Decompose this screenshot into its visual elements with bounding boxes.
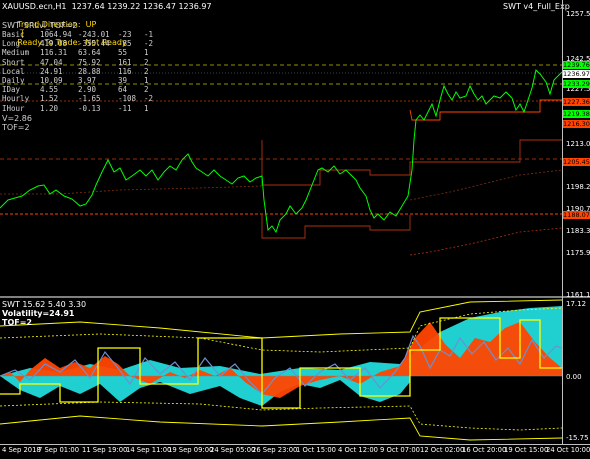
levels-cell-c: 116	[118, 66, 132, 76]
time-label: 19 Sep 09:00	[168, 446, 214, 454]
levels-cell-a: 116.31	[40, 48, 68, 58]
levels-cell-c: 64	[118, 85, 128, 95]
price-tag-resistance: 1188.07	[563, 211, 590, 219]
time-label: 1 Oct 15:00	[296, 446, 336, 454]
levels-cell-a: 1.20	[40, 103, 59, 113]
time-label: 4 Oct 12:00	[338, 446, 378, 454]
expert-advisor-label[interactable]: SWT v4_Full_Exp	[503, 2, 570, 11]
levels-cell-c: -85	[118, 39, 132, 49]
oscillator-axis-label: 17.12	[566, 300, 587, 308]
oscillator-pane[interactable]: SWT 15.62 5.40 3.30 Volatility=24.91 TOF…	[0, 298, 562, 444]
levels-cell-name: IDay	[2, 85, 21, 95]
levels-row: Hourly 1.52 -1.65 -108 -2	[2, 94, 162, 103]
levels-cell-b: 3.97	[78, 76, 97, 85]
time-label: 26 Sep 23:00	[252, 446, 298, 454]
levels-cell-a: 10.09	[40, 76, 63, 85]
price-tag-level: 1239.76	[563, 61, 590, 69]
levels-cell-a: 47.04	[40, 57, 63, 67]
price-label: 1198.25	[566, 183, 590, 191]
levels-cell-b: 75.92	[78, 57, 101, 67]
levels-cell-b: -355.44	[78, 39, 110, 49]
levels-row: Local 24.91 28.88 116 2	[2, 67, 162, 76]
time-label: 7 Sep 01:00	[38, 446, 80, 454]
price-tag-level: 1233.29	[563, 80, 590, 88]
levels-cell-d: 1	[144, 76, 149, 85]
levels-row: Daily 10.09 3.97 39 1	[2, 76, 162, 85]
levels-cell-b: -0.13	[78, 103, 101, 113]
v-value: V=2.86	[2, 114, 32, 123]
levels-cell-c: -23	[118, 30, 132, 39]
oscillator-axis-label: 0.00	[566, 373, 582, 381]
levels-cell-a: 1064.94	[40, 30, 72, 39]
levels-cell-a: 24.91	[40, 66, 63, 76]
levels-cell-d: -2	[144, 39, 154, 49]
tof-value: TOF=2	[2, 123, 30, 132]
levels-cell-name: Long	[2, 39, 21, 49]
oscillator-plot	[0, 299, 562, 441]
levels-cell-name: Basic	[2, 30, 25, 39]
levels-cell-c: 39	[118, 76, 128, 85]
levels-cell-b: -243.01	[78, 30, 110, 39]
time-label: 16 Oct 20:00	[462, 446, 507, 454]
levels-cell-a: 4.55	[40, 85, 59, 95]
oscillator-tof: TOF=2	[2, 318, 32, 327]
price-label: 1183.30	[566, 227, 590, 235]
price-label: 1161.10	[566, 291, 590, 299]
levels-cell-d: 2	[144, 85, 149, 95]
levels-row: IDay 4.55 2.90 64 2	[2, 85, 162, 94]
levels-cell-name: IHour	[2, 103, 25, 113]
levels-row: Basic 1064.94 -243.01 -23 -1	[2, 30, 162, 39]
levels-cell-c: -108	[118, 94, 137, 104]
levels-cell-a: 1.52	[40, 94, 59, 104]
price-tag-resistance: 1227.36	[563, 98, 590, 106]
levels-row: IHour 1.20 -0.13 -11 1	[2, 104, 162, 113]
levels-cell-d: 2	[144, 66, 149, 76]
levels-cell-name: Daily	[2, 76, 25, 85]
levels-cell-b: -1.65	[78, 94, 101, 104]
levels-cell-c: 55	[118, 48, 128, 58]
price-pane[interactable]: XAUUSD.ecn,H1 1237.64 1239.22 1236.47 12…	[0, 0, 570, 296]
levels-cell-name: Medium	[2, 48, 30, 58]
levels-cell-name: Local	[2, 66, 25, 76]
time-label: 9 Oct 07:00	[380, 446, 420, 454]
oscillator-title: SWT 15.62 5.40 3.30	[2, 300, 87, 309]
time-label: 14 Sep 11:00	[126, 446, 172, 454]
levels-cell-b: 2.90	[78, 85, 97, 95]
symbol-info: XAUUSD.ecn,H1 1237.64 1239.22 1236.47 12…	[2, 2, 212, 11]
levels-row: Medium 116.31 63.64 55 1	[2, 48, 162, 57]
price-tag-resistance: 1216.30	[563, 120, 590, 128]
price-label: 1257.50	[566, 10, 590, 18]
time-label: 24 Oct 10:00	[546, 446, 590, 454]
price-label: 1213.00	[566, 140, 590, 148]
time-label: 12 Oct 02:00	[420, 446, 465, 454]
indicator-name: SWT_SRLvl_TOF=2	[2, 21, 78, 30]
levels-cell-b: 28.88	[78, 66, 101, 76]
levels-cell-name: Hourly	[2, 94, 30, 104]
price-tag-resistance: 1205.45	[563, 158, 590, 166]
oscillator-axis-label: -15.75	[566, 434, 589, 442]
time-label: 24 Sep 05:00	[210, 446, 256, 454]
levels-cell-c: -11	[118, 103, 132, 113]
levels-cell-d: -1	[144, 30, 154, 39]
levels-cell-d: -2	[144, 94, 154, 104]
time-label: 11 Sep 19:00	[82, 446, 128, 454]
volatility-label: Volatility=24.91	[2, 309, 75, 318]
price-tag-current: 1236.97	[563, 70, 590, 78]
time-label: 4 Sep 2018	[2, 446, 41, 454]
price-tag-level: 1219.38	[563, 110, 590, 118]
levels-row: Short 47.04 75.92 161 2	[2, 58, 162, 67]
levels-cell-a: 419.08	[40, 39, 68, 49]
levels-cell-name: Short	[2, 57, 25, 67]
levels-cell-c: 161	[118, 57, 132, 67]
time-label: 19 Oct 15:00	[504, 446, 549, 454]
time-axis-line	[0, 444, 590, 445]
price-label: 1175.90	[566, 249, 590, 257]
chart-window[interactable]: XAUUSD.ecn,H1 1237.64 1239.22 1236.47 12…	[0, 0, 590, 459]
levels-cell-b: 63.64	[78, 48, 101, 58]
levels-row: Long 419.08 -355.44 -85 -2	[2, 39, 162, 48]
levels-cell-d: 1	[144, 48, 149, 58]
levels-cell-d: 1	[144, 103, 149, 113]
levels-cell-d: 2	[144, 57, 149, 67]
